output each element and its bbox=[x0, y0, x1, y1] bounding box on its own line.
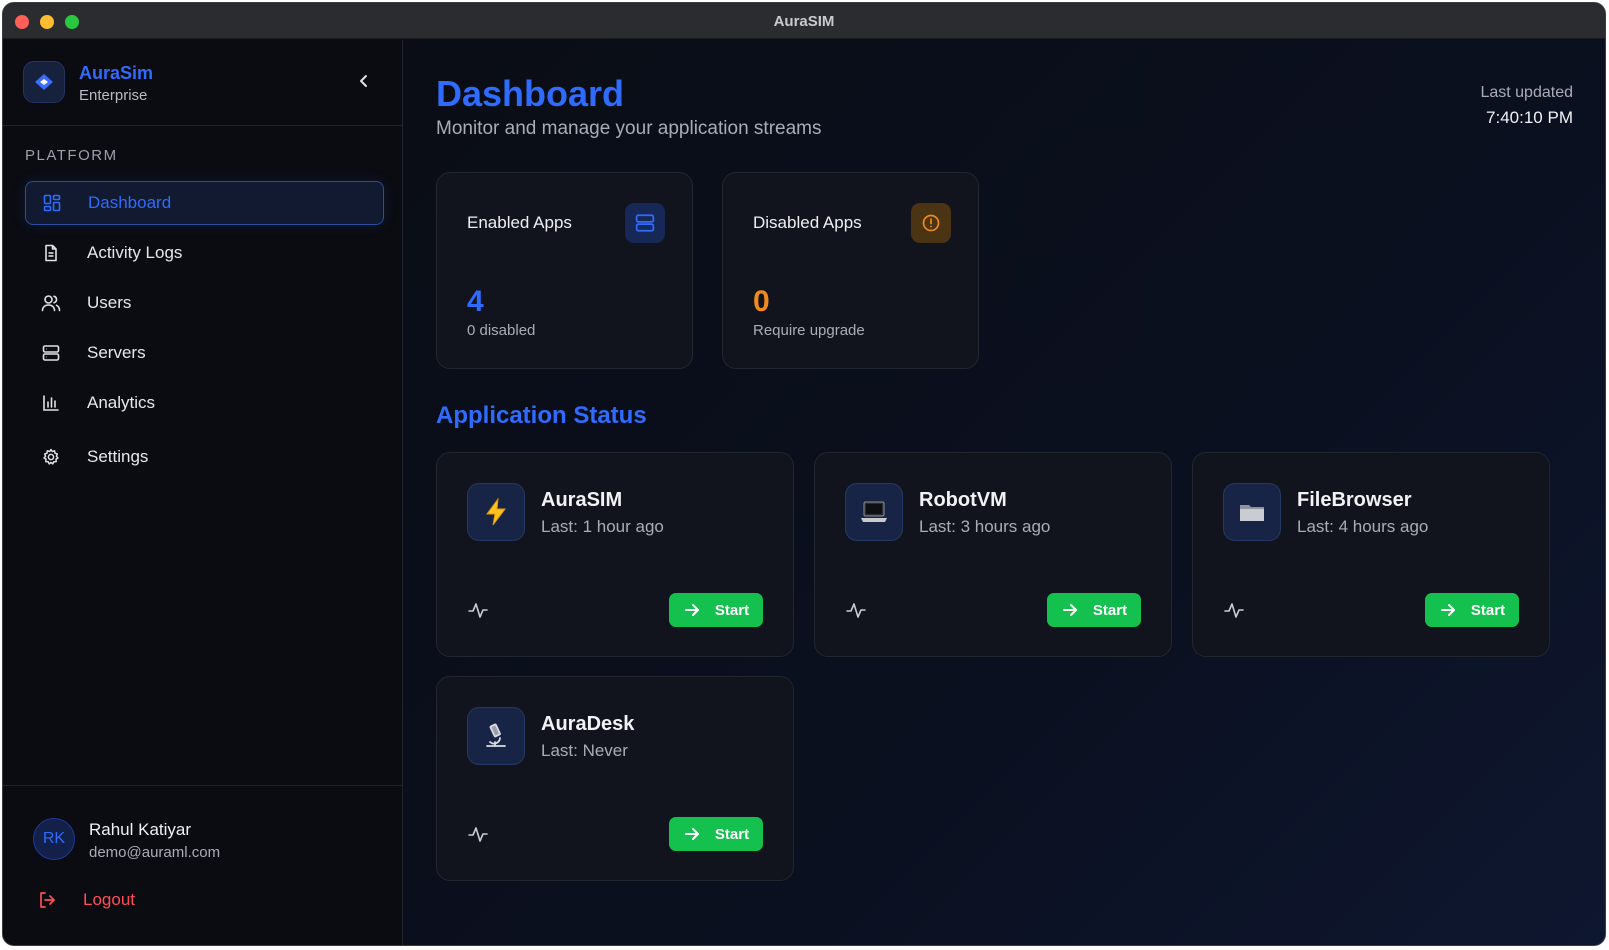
start-button-label: Start bbox=[714, 601, 750, 619]
sidebar-item-label: Settings bbox=[87, 447, 149, 466]
laptop-icon bbox=[845, 483, 903, 541]
server-icon bbox=[625, 203, 665, 243]
app-card-robotvm: RobotVM Last: 3 hours ago Start bbox=[814, 452, 1172, 657]
stat-title: Disabled Apps bbox=[753, 213, 862, 232]
activity-icon bbox=[468, 827, 488, 842]
app-name: AuraSIM bbox=[541, 489, 623, 511]
stat-title: Enabled Apps bbox=[467, 213, 572, 232]
sidebar-item-label: Analytics bbox=[87, 393, 156, 412]
start-button[interactable]: Start bbox=[669, 593, 763, 627]
sidebar: AuraSim Enterprise PLATFORM Dashboard Ac… bbox=[3, 40, 403, 945]
arrow-right-icon bbox=[1440, 604, 1455, 616]
sidebar-item-servers[interactable]: Servers bbox=[25, 331, 384, 375]
start-button[interactable]: Start bbox=[669, 817, 763, 851]
page-subtitle: Monitor and manage your application stre… bbox=[436, 118, 822, 139]
brand-name: AuraSim bbox=[79, 63, 154, 83]
bar-chart-icon bbox=[41, 393, 61, 413]
gear-icon bbox=[41, 447, 61, 467]
sidebar-item-users[interactable]: Users bbox=[25, 281, 384, 325]
collapse-sidebar-button[interactable] bbox=[351, 68, 377, 94]
sidebar-nav: Dashboard Activity Logs Users Servers An… bbox=[25, 181, 384, 485]
start-button[interactable]: Start bbox=[1047, 593, 1141, 627]
start-button-label: Start bbox=[1092, 601, 1128, 619]
sidebar-item-settings[interactable]: Settings bbox=[25, 435, 384, 479]
nav-section-label: PLATFORM bbox=[25, 147, 118, 164]
microscope-icon bbox=[467, 707, 525, 765]
brand-logo-icon bbox=[23, 61, 65, 103]
stat-value: 0 bbox=[753, 285, 770, 318]
main-content: Dashboard Monitor and manage your applic… bbox=[404, 40, 1605, 945]
app-window: AuraSIM AuraSim Enterprise PLATFORM Dash… bbox=[2, 2, 1606, 946]
app-card-auradesk: AuraDesk Last: Never Start bbox=[436, 676, 794, 881]
last-updated-label: Last updated bbox=[1480, 84, 1573, 101]
document-icon bbox=[41, 243, 61, 263]
dashboard-grid-icon bbox=[42, 193, 62, 213]
arrow-right-icon bbox=[1062, 604, 1077, 616]
sidebar-item-analytics[interactable]: Analytics bbox=[25, 381, 384, 425]
page-title: Dashboard bbox=[436, 73, 625, 114]
app-last-run: Last: 4 hours ago bbox=[1297, 517, 1429, 536]
arrow-right-icon bbox=[684, 604, 699, 616]
app-name: AuraDesk bbox=[541, 713, 635, 735]
start-button-label: Start bbox=[1470, 601, 1506, 619]
start-button[interactable]: Start bbox=[1425, 593, 1519, 627]
logout-label: Logout bbox=[83, 890, 135, 909]
brand-subtitle: Enterprise bbox=[79, 87, 148, 104]
stat-subtext: Require upgrade bbox=[753, 322, 865, 339]
chevron-left-icon bbox=[360, 75, 367, 87]
server-icon bbox=[41, 343, 61, 363]
enabled-apps-card: Enabled Apps 4 0 disabled bbox=[436, 172, 693, 369]
app-name: RobotVM bbox=[919, 489, 1007, 511]
avatar[interactable]: RK bbox=[33, 818, 75, 860]
app-last-run: Last: 1 hour ago bbox=[541, 517, 664, 536]
folder-icon bbox=[1223, 483, 1281, 541]
alert-circle-icon bbox=[911, 203, 951, 243]
arrow-right-icon bbox=[684, 828, 699, 840]
activity-icon bbox=[1224, 603, 1244, 618]
user-profile-section: RK Rahul Katiyar demo@auraml.com Logout bbox=[3, 785, 402, 945]
stat-subtext: 0 disabled bbox=[467, 322, 536, 339]
disabled-apps-card: Disabled Apps 0 Require upgrade bbox=[722, 172, 979, 369]
user-name: Rahul Katiyar bbox=[89, 820, 192, 839]
user-email: demo@auraml.com bbox=[89, 844, 221, 861]
brand-header: AuraSim Enterprise bbox=[3, 40, 402, 126]
activity-icon bbox=[846, 603, 866, 618]
sidebar-item-label: Users bbox=[87, 293, 132, 312]
sidebar-item-label: Servers bbox=[87, 343, 146, 362]
last-updated-time: 7:40:10 PM bbox=[1486, 108, 1573, 127]
window-title: AuraSIM bbox=[773, 13, 835, 30]
sidebar-item-dashboard[interactable]: Dashboard bbox=[25, 181, 384, 225]
app-last-run: Last: Never bbox=[541, 741, 628, 760]
app-last-run: Last: 3 hours ago bbox=[919, 517, 1051, 536]
logout-button[interactable]: Logout bbox=[37, 890, 135, 910]
activity-icon bbox=[468, 603, 488, 618]
lightning-icon bbox=[467, 483, 525, 541]
sidebar-item-activity-logs[interactable]: Activity Logs bbox=[25, 231, 384, 275]
app-name: FileBrowser bbox=[1297, 489, 1412, 511]
logout-icon bbox=[40, 892, 55, 908]
stat-value: 4 bbox=[467, 285, 484, 318]
sidebar-item-label: Dashboard bbox=[88, 193, 172, 212]
sidebar-item-label: Activity Logs bbox=[87, 243, 183, 262]
app-card-aurasim: AuraSIM Last: 1 hour ago Start bbox=[436, 452, 794, 657]
users-icon bbox=[41, 293, 61, 313]
section-title: Application Status bbox=[436, 402, 647, 429]
start-button-label: Start bbox=[714, 825, 750, 843]
app-card-filebrowser: FileBrowser Last: 4 hours ago Start bbox=[1192, 452, 1550, 657]
title-bar: AuraSIM bbox=[3, 3, 1605, 39]
